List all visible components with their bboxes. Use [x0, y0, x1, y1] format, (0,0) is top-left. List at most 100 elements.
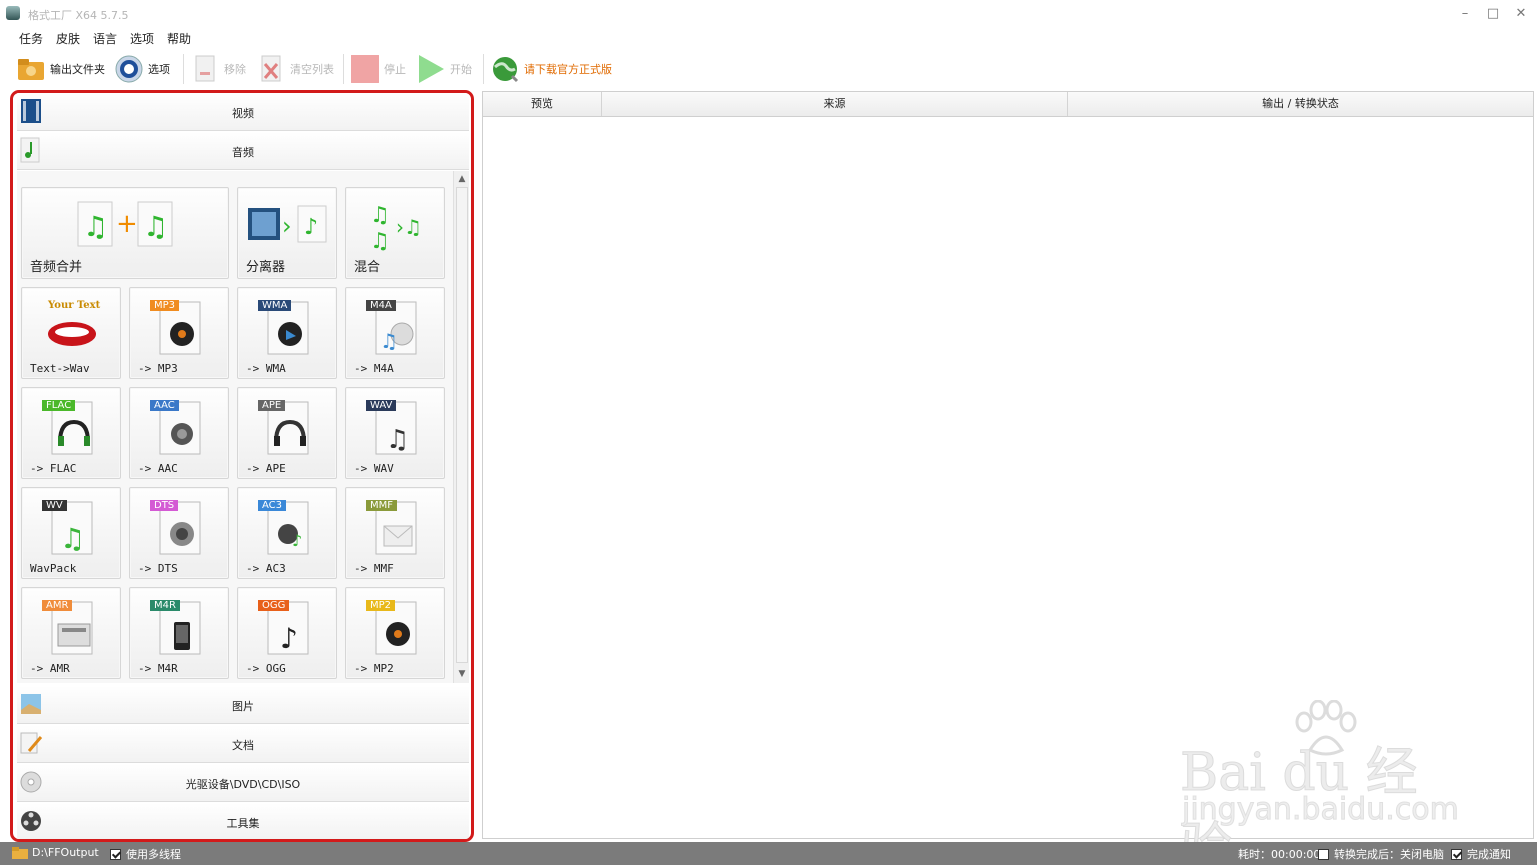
category-document[interactable]: 文档	[17, 725, 469, 763]
svg-text:♫: ♫	[370, 203, 390, 228]
tile-label: -> DTS	[138, 562, 178, 575]
category-tools[interactable]: 工具集	[17, 803, 469, 839]
status-bar: D:\FFOutput 使用多线程 耗时：00:00:00 转换完成后：关闭电脑…	[0, 842, 1537, 865]
tile-badge: M4A	[366, 300, 396, 311]
scroll-up-arrow[interactable]: ▲	[457, 174, 467, 184]
tile-splitter[interactable]: › ♪ 分离器	[237, 187, 337, 279]
download-official-link[interactable]: 请下载官方正式版	[490, 52, 612, 86]
audio-merge-icon: ♫ + ♫	[77, 201, 173, 247]
tile-aac[interactable]: AAC -> AAC	[129, 387, 229, 479]
clear-list-label: 清空列表	[290, 63, 334, 76]
start-button[interactable]: 开始	[416, 52, 472, 86]
options-label: 选项	[148, 63, 170, 76]
tile-label: -> WMA	[246, 362, 286, 375]
folder-small-icon	[12, 847, 28, 859]
output-folder-button[interactable]: 输出文件夹	[16, 52, 105, 86]
tile-label: -> M4R	[138, 662, 178, 675]
tile-label: -> FLAC	[30, 462, 77, 475]
tile-wma[interactable]: WMA -> WMA	[237, 287, 337, 379]
category-disc-label: 光驱设备\DVD\CD\ISO	[185, 778, 301, 791]
tile-mmf[interactable]: MMF -> MMF	[345, 487, 445, 579]
tile-label: -> AAC	[138, 462, 178, 475]
tile-ac3[interactable]: ♪ AC3 -> AC3	[237, 487, 337, 579]
multithread-checkbox[interactable]: 使用多线程	[110, 846, 181, 862]
tile-badge: WV	[42, 500, 67, 511]
menu-language[interactable]: 语言	[93, 30, 117, 47]
stop-label: 停止	[384, 63, 406, 76]
svg-text:›♫: ›♫	[396, 215, 422, 239]
output-path-link[interactable]: D:\FFOutput	[12, 846, 99, 859]
tile-flac[interactable]: FLAC -> FLAC	[21, 387, 121, 479]
category-audio[interactable]: 音频	[17, 132, 469, 170]
tile-wavpack[interactable]: ♫ WV WavPack	[21, 487, 121, 579]
column-header-preview[interactable]: 预览	[483, 92, 602, 116]
shutdown-after-convert-checkbox[interactable]: 转换完成后：关闭电脑	[1318, 846, 1444, 862]
tile-audio-merge[interactable]: ♫ + ♫ 音频合并	[21, 187, 229, 279]
category-audio-label: 音频	[232, 146, 254, 159]
category-video[interactable]: 视频	[17, 93, 469, 131]
tile-label: -> OGG	[246, 662, 286, 675]
tile-mp2[interactable]: MP2 -> MP2	[345, 587, 445, 679]
tile-badge: WMA	[258, 300, 292, 311]
tile-text-to-wav[interactable]: Your Text Text->Wav	[21, 287, 121, 379]
tile-badge: OGG	[258, 600, 290, 611]
tile-label: -> MP3	[138, 362, 178, 375]
menu-help[interactable]: 帮助	[167, 30, 191, 47]
tile-mix[interactable]: ♫ ♫ ›♫ 混合	[345, 187, 445, 279]
menu-options[interactable]: 选项	[130, 30, 154, 47]
tile-ape[interactable]: APE -> APE	[237, 387, 337, 479]
svg-text:+: +	[116, 209, 138, 239]
tile-label: -> M4A	[354, 362, 394, 375]
tile-mp3[interactable]: MP3 -> MP3	[129, 287, 229, 379]
minimize-button[interactable]: –	[1456, 5, 1474, 23]
multithread-label: 使用多线程	[126, 848, 181, 861]
tile-m4a[interactable]: ♫ M4A -> M4A	[345, 287, 445, 379]
tile-badge: APE	[258, 400, 286, 411]
menu-bar: 任务 皮肤 语言 选项 帮助	[0, 28, 1537, 48]
tile-ogg[interactable]: ♪ OGG -> OGG	[237, 587, 337, 679]
checkbox-unchecked-icon	[1318, 848, 1329, 860]
stop-button[interactable]: 停止	[350, 52, 406, 86]
remove-button[interactable]: 移除	[190, 52, 246, 86]
tile-label: 混合	[354, 260, 381, 275]
task-list-table[interactable]: 预览 来源 输出 / 转换状态	[482, 91, 1534, 839]
stop-icon	[351, 55, 379, 83]
download-official-label: 请下载官方正式版	[524, 63, 612, 76]
svg-text:♪: ♪	[292, 531, 302, 550]
tile-badge: M4R	[150, 600, 180, 611]
maximize-button[interactable]: □	[1484, 5, 1502, 23]
clear-list-button[interactable]: 清空列表	[256, 52, 334, 86]
audio-tools-grid: ♫ + ♫ 音频合并 › ♪ 分离器 ♫ ♫ ›♫ 混合 Your Text T…	[17, 171, 453, 683]
tile-badge: AMR	[42, 600, 73, 611]
category-disc[interactable]: 光驱设备\DVD\CD\ISO	[17, 764, 469, 802]
tile-badge: MP2	[366, 600, 396, 611]
tile-m4r[interactable]: M4R -> M4R	[129, 587, 229, 679]
tile-badge: AC3	[258, 500, 287, 511]
tile-badge: AAC	[150, 400, 179, 411]
tile-dts[interactable]: DTS -> DTS	[129, 487, 229, 579]
close-button[interactable]: ✕	[1512, 5, 1530, 23]
notify-label: 完成通知	[1467, 848, 1511, 861]
menu-skin[interactable]: 皮肤	[56, 30, 80, 47]
category-video-label: 视频	[232, 107, 254, 120]
tile-label: WavPack	[30, 562, 77, 575]
options-button[interactable]: 选项	[114, 52, 170, 86]
category-document-label: 文档	[232, 739, 254, 752]
tile-wav[interactable]: ♫ WAV -> WAV	[345, 387, 445, 479]
menu-task[interactable]: 任务	[19, 30, 43, 47]
column-header-source[interactable]: 来源	[602, 92, 1068, 116]
tile-amr[interactable]: AMR -> AMR	[21, 587, 121, 679]
scroll-down-arrow[interactable]: ▼	[457, 669, 467, 679]
category-image[interactable]: 图片	[17, 686, 469, 724]
tiles-scrollbar[interactable]: ▲ ▼	[453, 171, 469, 683]
scroll-thumb[interactable]	[456, 187, 468, 663]
completion-notify-checkbox[interactable]: 完成通知	[1451, 846, 1511, 862]
category-tools-label: 工具集	[226, 817, 260, 830]
checkbox-checked-icon	[1451, 848, 1462, 860]
folder-icon	[18, 59, 44, 80]
tile-badge: MP3	[150, 300, 180, 311]
column-header-output-status[interactable]: 输出 / 转换状态	[1068, 92, 1533, 116]
elapsed-time: 耗时：00:00:00	[1238, 846, 1320, 862]
elapsed-time-text: 耗时：00:00:00	[1238, 848, 1321, 861]
svg-text:♪: ♪	[304, 215, 318, 240]
